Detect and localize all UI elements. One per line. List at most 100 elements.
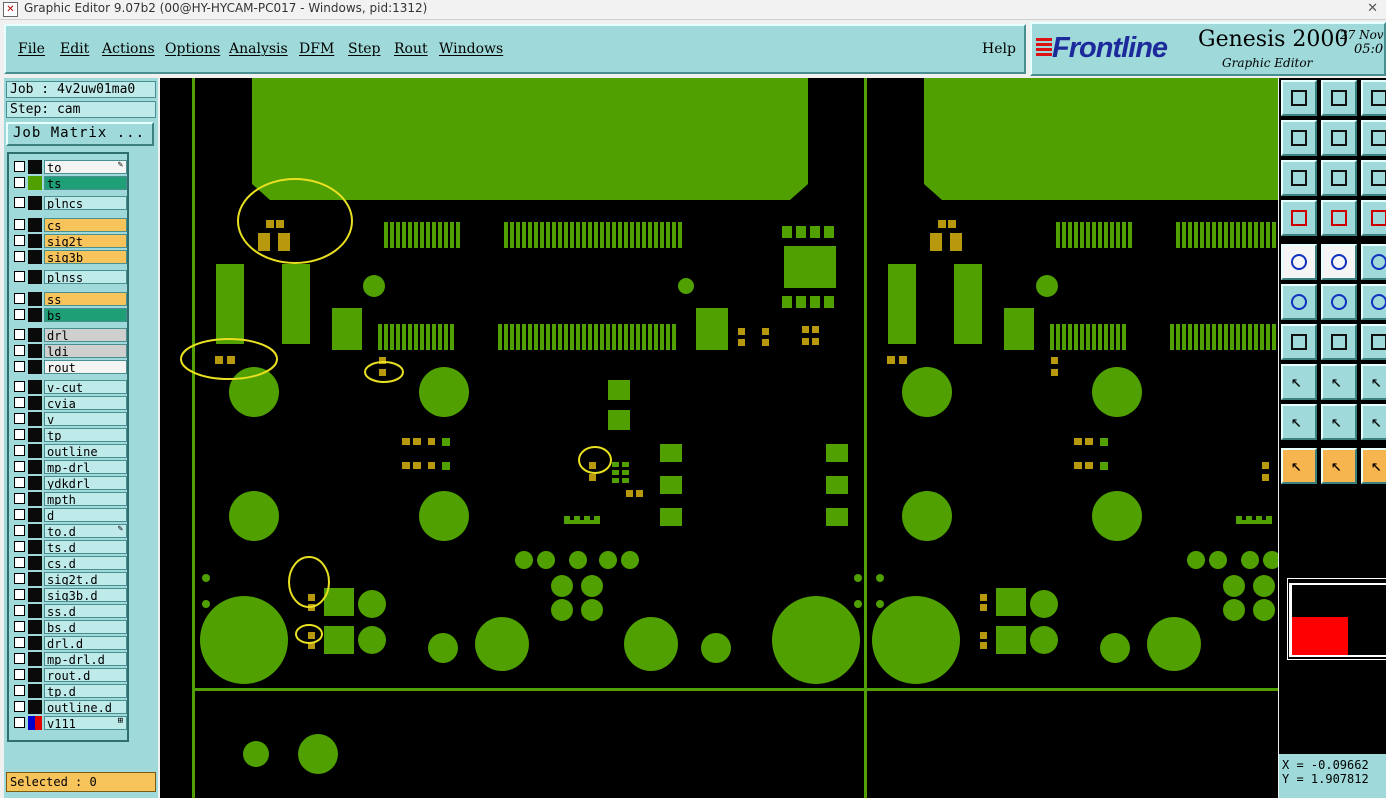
layer-row[interactable]: ts: [11, 176, 127, 190]
layer-row[interactable]: v111 ⊞: [11, 716, 127, 730]
layer-checkbox[interactable]: [14, 413, 25, 424]
layer-color-swatch[interactable]: [28, 160, 42, 174]
layer-name[interactable]: mpth: [44, 492, 127, 506]
move-left-button[interactable]: [1361, 80, 1386, 116]
layer-name[interactable]: sig3b: [44, 250, 127, 264]
rotate-button[interactable]: [1321, 120, 1357, 156]
layer-checkbox[interactable]: [14, 219, 25, 230]
layer-color-swatch[interactable]: [28, 250, 42, 264]
layer-row[interactable]: v-cut: [11, 380, 127, 394]
layer-row[interactable]: sig3b.d: [11, 588, 127, 602]
layer-checkbox[interactable]: [14, 557, 25, 568]
layer-checkbox[interactable]: [14, 573, 25, 584]
layer-checkbox[interactable]: [14, 161, 25, 172]
ratio-button[interactable]: [1361, 160, 1386, 196]
layer-row[interactable]: to ✎: [11, 160, 127, 174]
menu-options[interactable]: Options: [165, 41, 220, 57]
fit-zoom-button[interactable]: [1281, 160, 1317, 196]
layer-color-swatch[interactable]: [28, 556, 42, 570]
layer-color-swatch[interactable]: [28, 492, 42, 506]
flip-button[interactable]: [1361, 120, 1386, 156]
layer-row[interactable]: rout.d: [11, 668, 127, 682]
layer-row[interactable]: d: [11, 508, 127, 522]
minimap-viewport[interactable]: [1292, 617, 1348, 655]
layer-checkbox[interactable]: [14, 589, 25, 600]
layer-name[interactable]: mp-drl.d: [44, 652, 127, 666]
navigator-minimap[interactable]: [1287, 578, 1386, 660]
menu-actions[interactable]: Actions: [102, 41, 155, 57]
layer-row[interactable]: cs: [11, 218, 127, 232]
layer-color-swatch[interactable]: [28, 620, 42, 634]
layer-checkbox[interactable]: [14, 669, 25, 680]
layer-name[interactable]: bs: [44, 308, 127, 322]
layer-checkbox[interactable]: [14, 509, 25, 520]
layer-checkbox[interactable]: [14, 293, 25, 304]
layer-name[interactable]: drl.d: [44, 636, 127, 650]
layer-checkbox[interactable]: [14, 701, 25, 712]
layer-color-swatch[interactable]: [28, 652, 42, 666]
pointer-select-button[interactable]: ↖: [1321, 448, 1357, 484]
layer-checkbox[interactable]: [14, 235, 25, 246]
layer-checkbox[interactable]: [14, 177, 25, 188]
layer-color-swatch[interactable]: [28, 196, 42, 210]
layer-name[interactable]: to.d: [44, 524, 127, 538]
move-right-button[interactable]: [1281, 120, 1317, 156]
triangle-c-button[interactable]: ↖: [1361, 404, 1386, 440]
layer-row[interactable]: outline.d: [11, 700, 127, 714]
layer-name[interactable]: v-cut: [44, 380, 127, 394]
layer-row[interactable]: ts.d: [11, 540, 127, 554]
layer-name[interactable]: ss.d: [44, 604, 127, 618]
layer-color-swatch[interactable]: [28, 308, 42, 322]
layer-name[interactable]: rout: [44, 360, 127, 374]
layer-row[interactable]: tp.d: [11, 684, 127, 698]
layer-color-swatch[interactable]: [28, 176, 42, 190]
layer-name[interactable]: drl: [44, 328, 127, 342]
layer-row[interactable]: sig2t.d: [11, 572, 127, 586]
triangle-a-button[interactable]: ↖: [1281, 404, 1317, 440]
layer-color-swatch[interactable]: [28, 412, 42, 426]
layer-row[interactable]: sig3b: [11, 250, 127, 264]
layer-name[interactable]: v111: [44, 716, 127, 730]
layer-color-swatch[interactable]: [28, 380, 42, 394]
layer-row[interactable]: ydkdrl: [11, 476, 127, 490]
pad-add-button[interactable]: ↖: [1281, 364, 1317, 400]
layer-row[interactable]: drl: [11, 328, 127, 342]
layer-checkbox[interactable]: [14, 653, 25, 664]
layer-checkbox[interactable]: [14, 271, 25, 282]
layer-name[interactable]: bs.d: [44, 620, 127, 634]
layer-name[interactable]: ydkdrl: [44, 476, 127, 490]
polygon-button[interactable]: ↖: [1361, 364, 1386, 400]
layer-row[interactable]: ldi: [11, 344, 127, 358]
zoom-area-button[interactable]: [1321, 160, 1357, 196]
layer-color-swatch[interactable]: [28, 572, 42, 586]
arc-button[interactable]: [1361, 324, 1386, 360]
layer-name[interactable]: outline: [44, 444, 127, 458]
layer-name[interactable]: ss: [44, 292, 127, 306]
triangle-b-button[interactable]: ↖: [1321, 404, 1357, 440]
edit-vertex-button[interactable]: [1361, 284, 1386, 320]
layer-checkbox[interactable]: [14, 541, 25, 552]
layer-row[interactable]: plncs: [11, 196, 127, 210]
layer-color-swatch[interactable]: [28, 668, 42, 682]
line-a-button[interactable]: [1281, 324, 1317, 360]
layer-color-swatch[interactable]: [28, 328, 42, 342]
layer-name[interactable]: cs.d: [44, 556, 127, 570]
layer-name[interactable]: rout.d: [44, 668, 127, 682]
layer-row[interactable]: rout: [11, 360, 127, 374]
job-matrix-button[interactable]: Job Matrix ...: [6, 122, 154, 146]
layer-name[interactable]: cvia: [44, 396, 127, 410]
layer-name[interactable]: cs: [44, 218, 127, 232]
select-window-button[interactable]: [1281, 244, 1317, 280]
layer-checkbox[interactable]: [14, 329, 25, 340]
layer-row[interactable]: to.d ✎: [11, 524, 127, 538]
layer-color-swatch[interactable]: [28, 604, 42, 618]
layer-checkbox[interactable]: [14, 685, 25, 696]
measure-button[interactable]: [1281, 200, 1317, 236]
layer-name[interactable]: to: [44, 160, 127, 174]
layer-color-swatch[interactable]: [28, 508, 42, 522]
layer-color-swatch[interactable]: [28, 344, 42, 358]
layer-name[interactable]: tp: [44, 428, 127, 442]
move-up-button[interactable]: [1281, 80, 1317, 116]
layer-checkbox[interactable]: [14, 345, 25, 356]
menu-step[interactable]: Step: [348, 41, 380, 57]
